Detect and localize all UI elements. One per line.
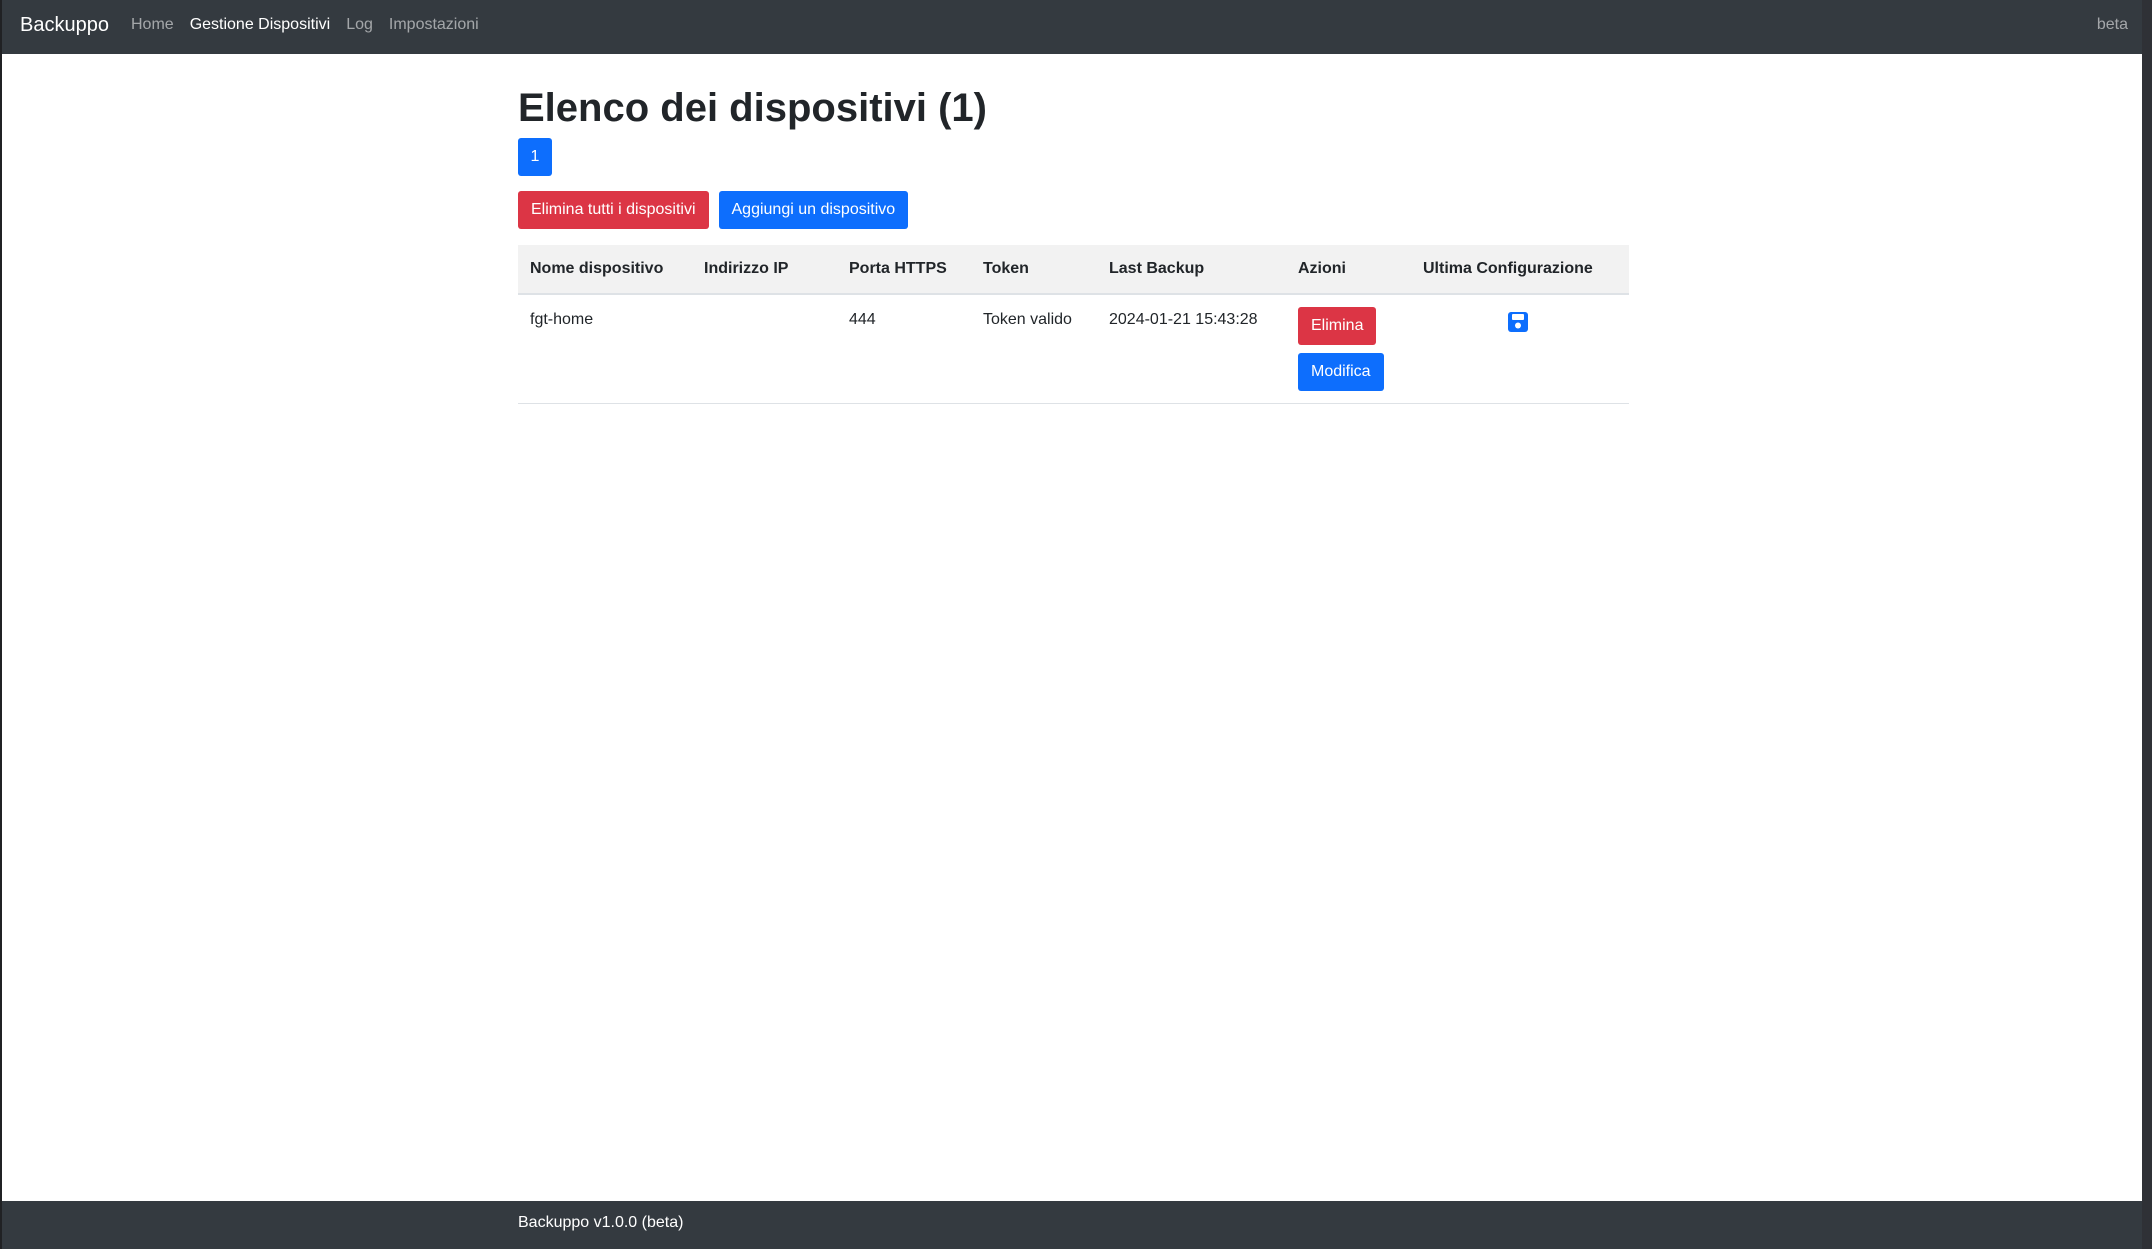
page-title: Elenco dei dispositivi (1) (518, 86, 987, 130)
column-header-last-config: Ultima Configurazione (1411, 245, 1629, 295)
cell-last-config (1411, 294, 1629, 404)
pagination: 1 (518, 132, 1629, 176)
beta-label: beta (2096, 16, 2128, 33)
column-header-ip: Indirizzo IP (692, 245, 837, 295)
browser-viewport: Backuppo Home Gestione Dispositivi Log I… (0, 0, 2144, 1249)
nav-links: Home Gestione Dispositivi Log Impostazio… (131, 16, 479, 34)
column-header-port: Porta HTTPS (837, 245, 971, 295)
delete-device-button[interactable]: Elimina (1298, 307, 1377, 345)
column-header-token: Token (971, 245, 1097, 295)
brand-link[interactable]: Backuppo (20, 14, 109, 37)
pagination-page-1[interactable]: 1 (518, 138, 552, 176)
cell-last-backup: 2024-01-21 15:43:28 (1097, 294, 1286, 404)
main-content: Elenco dei dispositivi (1) 1 Elimina tut… (518, 54, 1629, 404)
cell-actions: Elimina Modifica (1286, 294, 1411, 404)
table-row: fgt-home 444 Token valido 2024-01-21 15:… (518, 294, 1629, 404)
add-device-button[interactable]: Aggiungi un dispositivo (718, 191, 909, 229)
cell-token: Token valido (971, 294, 1097, 404)
table-header-row: Nome dispositivo Indirizzo IP Porta HTTP… (518, 245, 1629, 295)
column-header-name: Nome dispositivo (518, 245, 692, 295)
delete-all-devices-button[interactable]: Elimina tutti i dispositivi (518, 191, 709, 229)
footer: Backuppo v1.0.0 (beta) (2, 1201, 2144, 1249)
edit-device-button[interactable]: Modifica (1298, 353, 1384, 391)
action-row: Elimina tutti i dispositivi Aggiungi un … (518, 191, 1629, 229)
devices-table: Nome dispositivo Indirizzo IP Porta HTTP… (518, 245, 1629, 404)
column-header-last-backup: Last Backup (1097, 245, 1286, 295)
top-navbar: Backuppo Home Gestione Dispositivi Log I… (2, 0, 2144, 54)
nav-link-home[interactable]: Home (131, 16, 174, 34)
floppy-disk-icon[interactable] (1507, 311, 1529, 333)
cell-ip-address (692, 294, 837, 404)
nav-link-gestione-dispositivi[interactable]: Gestione Dispositivi (190, 16, 331, 34)
cell-https-port: 444 (837, 294, 971, 404)
nav-link-impostazioni[interactable]: Impostazioni (389, 16, 479, 34)
nav-link-log[interactable]: Log (346, 16, 373, 34)
cell-device-name: fgt-home (518, 294, 692, 404)
window-edge (2142, 0, 2152, 1249)
column-header-actions: Azioni (1286, 245, 1411, 295)
footer-version-text: Backuppo v1.0.0 (beta) (518, 1214, 684, 1231)
